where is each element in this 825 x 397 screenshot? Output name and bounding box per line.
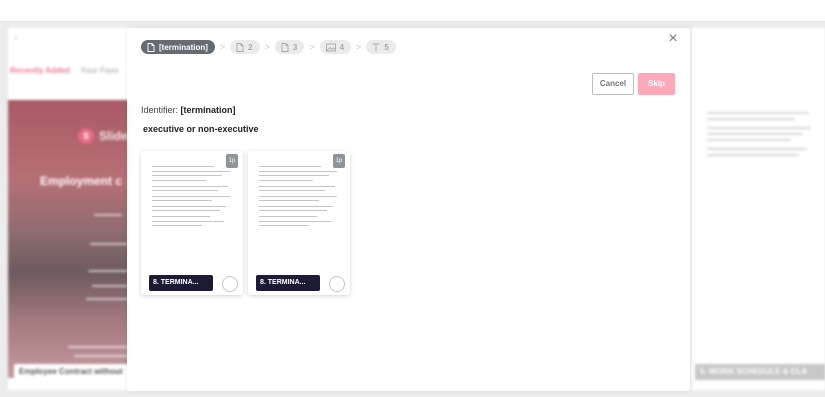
- template-preview-title: Employment c: [40, 174, 123, 188]
- preview-text-line: [259, 180, 313, 181]
- preview-text-line: [259, 186, 335, 187]
- preview-text-line: [94, 214, 122, 216]
- preview-text-line: [707, 154, 799, 156]
- preview-text-line: [259, 216, 317, 217]
- image-icon: [325, 43, 336, 52]
- preview-text-line: [152, 210, 220, 211]
- option-radio[interactable]: [329, 276, 345, 292]
- identifier-line: Identifier: [termination]: [141, 105, 236, 115]
- preview-text-line: [152, 186, 228, 187]
- text-icon: [372, 43, 380, 52]
- step-label: 3: [292, 42, 298, 52]
- identifier-prefix: Identifier:: [141, 105, 179, 115]
- chevron-right-icon: >: [356, 42, 362, 52]
- background-left-panel: ⌕ Recently Added Your Favo S Slidel Empl…: [8, 28, 136, 390]
- preview-text-line: [152, 221, 224, 222]
- preview-text-line: [707, 118, 795, 120]
- document-icon: [281, 42, 289, 52]
- step-2[interactable]: 2: [230, 40, 260, 54]
- step-5[interactable]: 5: [366, 40, 396, 54]
- preview-text-line: [259, 210, 327, 211]
- chevron-right-icon: >: [219, 42, 226, 52]
- app-header: [0, 0, 825, 22]
- tab-recently-added[interactable]: Recently Added: [10, 66, 70, 75]
- search-icon: ⌕: [14, 33, 19, 42]
- step-1[interactable]: [termination]: [141, 40, 215, 54]
- preview-text-line: [90, 243, 128, 245]
- identifier-modal: × [termination] > 2 > 3 > 4 > 5 Cancel S…: [127, 28, 690, 391]
- background-right-panel: 5. WORK SCHEDULE & CLA: [690, 28, 825, 390]
- preview-text-line: [707, 139, 791, 141]
- step-label: 2: [248, 42, 253, 52]
- template-card-label[interactable]: Employee Contract without: [14, 364, 136, 380]
- preview-text-line: [152, 200, 212, 201]
- step-label: 4: [339, 42, 345, 52]
- preview-text-line: [152, 206, 226, 207]
- preview-text-line: [259, 175, 329, 176]
- preview-text-line: [74, 355, 134, 357]
- cancel-button[interactable]: Cancel: [592, 73, 634, 95]
- identifier-value: [termination]: [180, 105, 236, 115]
- template-preview-image: S Slidel Employment c: [8, 100, 136, 378]
- option-card[interactable]: 1p 8. TERMINA...: [141, 151, 243, 295]
- background-search: ⌕: [8, 28, 136, 48]
- document-icon: [236, 42, 244, 52]
- chevron-right-icon: >: [264, 42, 270, 52]
- page-count-badge: 1p: [226, 154, 238, 168]
- step-3[interactable]: 3: [274, 40, 305, 54]
- preview-text-line: [152, 216, 210, 217]
- preview-text-line: [707, 127, 811, 129]
- skip-button[interactable]: Skip: [638, 73, 675, 95]
- preview-text-line: [152, 175, 222, 176]
- preview-text-line: [259, 200, 319, 201]
- preview-text-line: [707, 148, 807, 150]
- preview-text-line: [707, 112, 809, 114]
- preview-text-line: [259, 171, 337, 172]
- option-card-tag: 8. TERMINA...: [149, 275, 213, 291]
- preview-text-line: [259, 206, 333, 207]
- preview-text-line: [707, 133, 803, 135]
- option-radio[interactable]: [222, 276, 238, 292]
- preview-text-line: [152, 166, 214, 167]
- preview-text-line: [152, 190, 218, 191]
- step-label: 5: [384, 42, 389, 52]
- preview-text-line: [259, 225, 309, 226]
- preview-text-line: [152, 171, 230, 172]
- step-4[interactable]: 4: [319, 40, 352, 54]
- step-label: [termination]: [159, 42, 208, 52]
- slidel-logo-icon: S: [78, 128, 94, 144]
- preview-text-line: [259, 196, 337, 197]
- background-tabs: Recently Added Your Favo: [8, 48, 136, 75]
- preview-text-line: [259, 190, 325, 191]
- preview-text-line: [152, 196, 230, 197]
- close-icon[interactable]: ×: [665, 31, 681, 47]
- preview-text-line: [68, 346, 134, 348]
- preview-text-line: [259, 221, 331, 222]
- preview-text-line: [92, 285, 132, 287]
- preview-text-line: [259, 166, 321, 167]
- option-card[interactable]: 1p 8. TERMINA...: [248, 151, 350, 295]
- document-icon: [147, 42, 155, 52]
- option-card-tag: 8. TERMINA...: [256, 275, 320, 291]
- template-card-label[interactable]: 5. WORK SCHEDULE & CLA: [695, 364, 825, 380]
- identifier-question: executive or non-executive: [143, 124, 259, 134]
- chevron-right-icon: >: [309, 42, 315, 52]
- preview-text-line: [152, 225, 202, 226]
- step-breadcrumb: [termination] > 2 > 3 > 4 > 5: [141, 40, 396, 54]
- page-count-badge: 1p: [333, 154, 345, 168]
- preview-text-line: [152, 180, 206, 181]
- tab-your-favorites[interactable]: Your Favo: [80, 66, 119, 75]
